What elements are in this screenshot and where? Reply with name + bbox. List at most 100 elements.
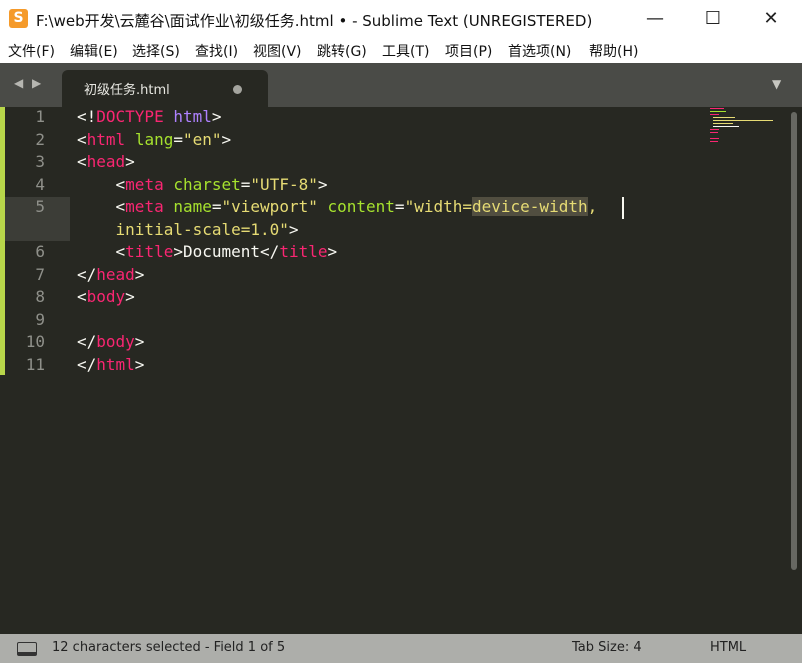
code-line[interactable]: <head> xyxy=(77,152,135,171)
code-token: = xyxy=(394,197,405,216)
code-token: < xyxy=(77,197,126,216)
line-number: 10 xyxy=(25,332,45,351)
text-cursor xyxy=(622,197,624,219)
code-line[interactable]: <body> xyxy=(77,287,135,306)
code-token: = xyxy=(240,174,251,194)
sublime-text-icon: S xyxy=(9,9,28,28)
code-token: < xyxy=(77,242,126,261)
code-token: lang xyxy=(134,129,174,149)
menu-bar: 文件(F) 编辑(E) 选择(S) 查找(I) 视图(V) 跳转(G) 工具(T… xyxy=(0,38,802,63)
tab-label: 初级任务.html xyxy=(84,83,170,98)
menu-tools[interactable]: 工具(T) xyxy=(382,41,429,61)
tab-active-file[interactable]: 初级任务.html xyxy=(62,70,268,107)
code-token: title xyxy=(125,242,174,261)
line-number: 11 xyxy=(25,354,45,374)
code-token: </ xyxy=(77,264,97,284)
minimize-button[interactable]: — xyxy=(626,0,684,38)
selection-status: 12 characters selected - Field 1 of 5 xyxy=(52,640,286,655)
menu-help[interactable]: 帮助(H) xyxy=(589,41,638,61)
line-number: 8 xyxy=(35,287,45,306)
code-token: > xyxy=(327,242,338,261)
code-token: device-width xyxy=(472,197,588,216)
line-number: 9 xyxy=(35,309,45,329)
code-token: name xyxy=(173,197,212,216)
code-line[interactable]: </body> xyxy=(77,332,144,351)
code-token: "en" xyxy=(182,129,222,149)
code-token: > xyxy=(288,219,299,239)
line-number: 2 xyxy=(35,129,45,149)
code-line[interactable]: initial-scale=1.0"> xyxy=(77,220,299,239)
code-token: < xyxy=(77,152,87,171)
line-number: 4 xyxy=(35,174,45,194)
title-bar: S F:\web开发\云麓谷\面试作业\初级任务.html • - Sublim… xyxy=(0,0,802,38)
code-token: head xyxy=(96,264,135,284)
code-token: , xyxy=(587,197,598,216)
close-button[interactable]: ✕ xyxy=(742,0,800,38)
menu-find[interactable]: 查找(I) xyxy=(195,41,238,61)
menu-selection[interactable]: 选择(S) xyxy=(132,41,180,61)
status-bar: 12 characters selected - Field 1 of 5 Ta… xyxy=(0,634,802,663)
code-line[interactable]: <title>Document</title> xyxy=(77,242,338,261)
code-token: > xyxy=(134,354,145,374)
code-line[interactable]: <meta charset="UTF-8"> xyxy=(77,175,328,194)
line-number: 5 xyxy=(35,197,45,216)
code-token: = xyxy=(211,197,222,216)
scrollbar-thumb[interactable] xyxy=(791,112,797,570)
code-token: body xyxy=(86,287,126,306)
line-number: 6 xyxy=(35,242,45,261)
code-token: >Document</ xyxy=(173,242,280,261)
code-token: html xyxy=(173,107,212,126)
code-token: > xyxy=(317,174,328,194)
code-token: < xyxy=(77,174,126,194)
syntax-selector[interactable]: HTML xyxy=(710,640,746,655)
code-line[interactable]: <!DOCTYPE html> xyxy=(77,107,222,126)
code-token: charset xyxy=(173,174,241,194)
tab-back-icon[interactable]: ◀ xyxy=(14,76,23,90)
code-token: = xyxy=(173,129,183,149)
code-line[interactable]: </html> xyxy=(77,355,144,374)
tab-forward-icon[interactable]: ▶ xyxy=(32,76,41,90)
maximize-button[interactable]: ☐ xyxy=(684,0,742,38)
menu-edit[interactable]: 编辑(E) xyxy=(70,41,118,61)
code-token: html xyxy=(96,354,135,374)
code-line[interactable]: <meta name="viewport" content="width=dev… xyxy=(77,197,597,216)
code-token: > xyxy=(125,152,135,171)
tab-bar: ◀ ▶ 初级任务.html ▼ xyxy=(0,63,802,107)
window-title: F:\web开发\云麓谷\面试作业\初级任务.html • - Sublime … xyxy=(36,12,593,30)
toggle-panel-icon[interactable] xyxy=(17,642,37,656)
code-token: "width= xyxy=(404,197,472,216)
code-token: <! xyxy=(77,107,97,126)
menu-view[interactable]: 视图(V) xyxy=(253,41,302,61)
code-token: </ xyxy=(77,332,97,351)
code-token: title xyxy=(279,242,328,261)
code-token: initial-scale=1.0" xyxy=(77,219,289,239)
code-line[interactable]: <html lang="en"> xyxy=(77,130,231,149)
code-token: html xyxy=(86,129,126,149)
code-token: < xyxy=(77,129,87,149)
menu-goto[interactable]: 跳转(G) xyxy=(317,41,367,61)
modified-lines-marker xyxy=(0,107,5,375)
tab-size-selector[interactable]: Tab Size: 4 xyxy=(572,640,642,655)
code-token: > xyxy=(134,264,145,284)
code-token: "UTF-8" xyxy=(250,174,318,194)
tab-list-dropdown-icon[interactable]: ▼ xyxy=(772,77,781,91)
code-token: > xyxy=(134,332,145,351)
minimap[interactable] xyxy=(708,107,798,147)
code-token: > xyxy=(125,287,135,306)
menu-preferences[interactable]: 首选项(N) xyxy=(508,41,571,61)
code-token: meta xyxy=(125,197,164,216)
code-editor[interactable]: 1 2 3 4 5 6 7 8 9 10 11 <!DOCTYPE html> <html lang=… xyxy=(0,107,802,634)
code-line[interactable]: </head> xyxy=(77,265,144,284)
code-token: content xyxy=(327,197,395,216)
code-token: < xyxy=(77,287,87,306)
code-token: head xyxy=(86,152,126,171)
code-token: > xyxy=(221,129,232,149)
code-token: body xyxy=(96,332,135,351)
menu-project[interactable]: 项目(P) xyxy=(445,41,492,61)
unsaved-dot-icon[interactable] xyxy=(233,85,242,94)
menu-file[interactable]: 文件(F) xyxy=(8,41,55,61)
